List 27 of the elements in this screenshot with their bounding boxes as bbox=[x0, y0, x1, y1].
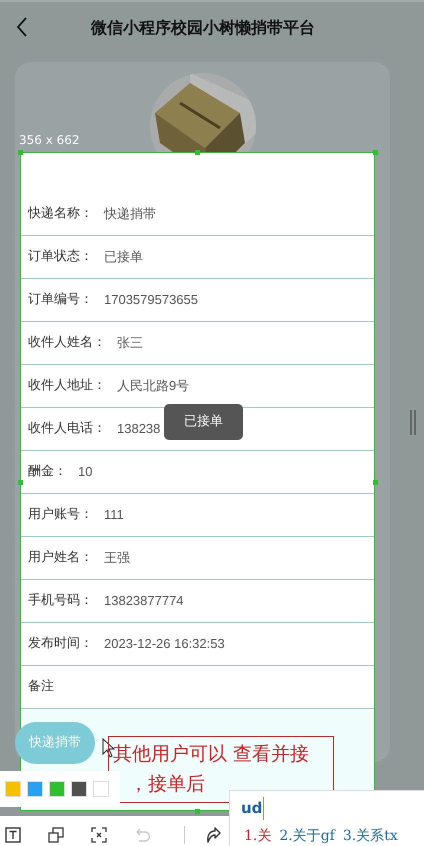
field-label: 订单编号： bbox=[28, 291, 93, 310]
selection-size-label: 356 x 662 bbox=[19, 132, 80, 149]
field-value: 1703579573655 bbox=[104, 291, 198, 310]
field-value: 10 bbox=[78, 463, 92, 482]
field-label: 用户账号： bbox=[28, 506, 93, 524]
field-value: 王强 bbox=[104, 549, 130, 568]
field-label: 酬金： bbox=[28, 463, 67, 482]
field-label: 订单状态： bbox=[28, 248, 93, 266]
field-label: 发布时间： bbox=[28, 635, 93, 654]
field-value: 张三 bbox=[117, 334, 143, 352]
ime-composition: ud bbox=[241, 797, 264, 820]
field-value: 2023-12-26 16:32:53 bbox=[104, 635, 225, 654]
page-title: 微信小程序校园小树懒捎带平台 bbox=[91, 17, 315, 39]
field-value: 快递捎带 bbox=[104, 205, 156, 224]
field-label: 收件人电话： bbox=[28, 420, 106, 438]
field-label: 收件人姓名： bbox=[28, 334, 106, 352]
field-label: 用户姓名： bbox=[28, 549, 93, 568]
field-label: 备注 bbox=[28, 678, 54, 696]
field-value: 人民北路9号 bbox=[117, 377, 190, 396]
field-value: 111 bbox=[104, 506, 124, 524]
field-label: 手机号码： bbox=[28, 592, 93, 610]
toast: 已接单 bbox=[164, 404, 243, 440]
field-value: 13823877774 bbox=[104, 592, 184, 610]
field-label: 快递名称： bbox=[28, 205, 93, 224]
field-value: 已接单 bbox=[104, 248, 143, 266]
field-label: 收件人地址： bbox=[28, 377, 106, 396]
field-value: 138238 bbox=[117, 420, 160, 438]
